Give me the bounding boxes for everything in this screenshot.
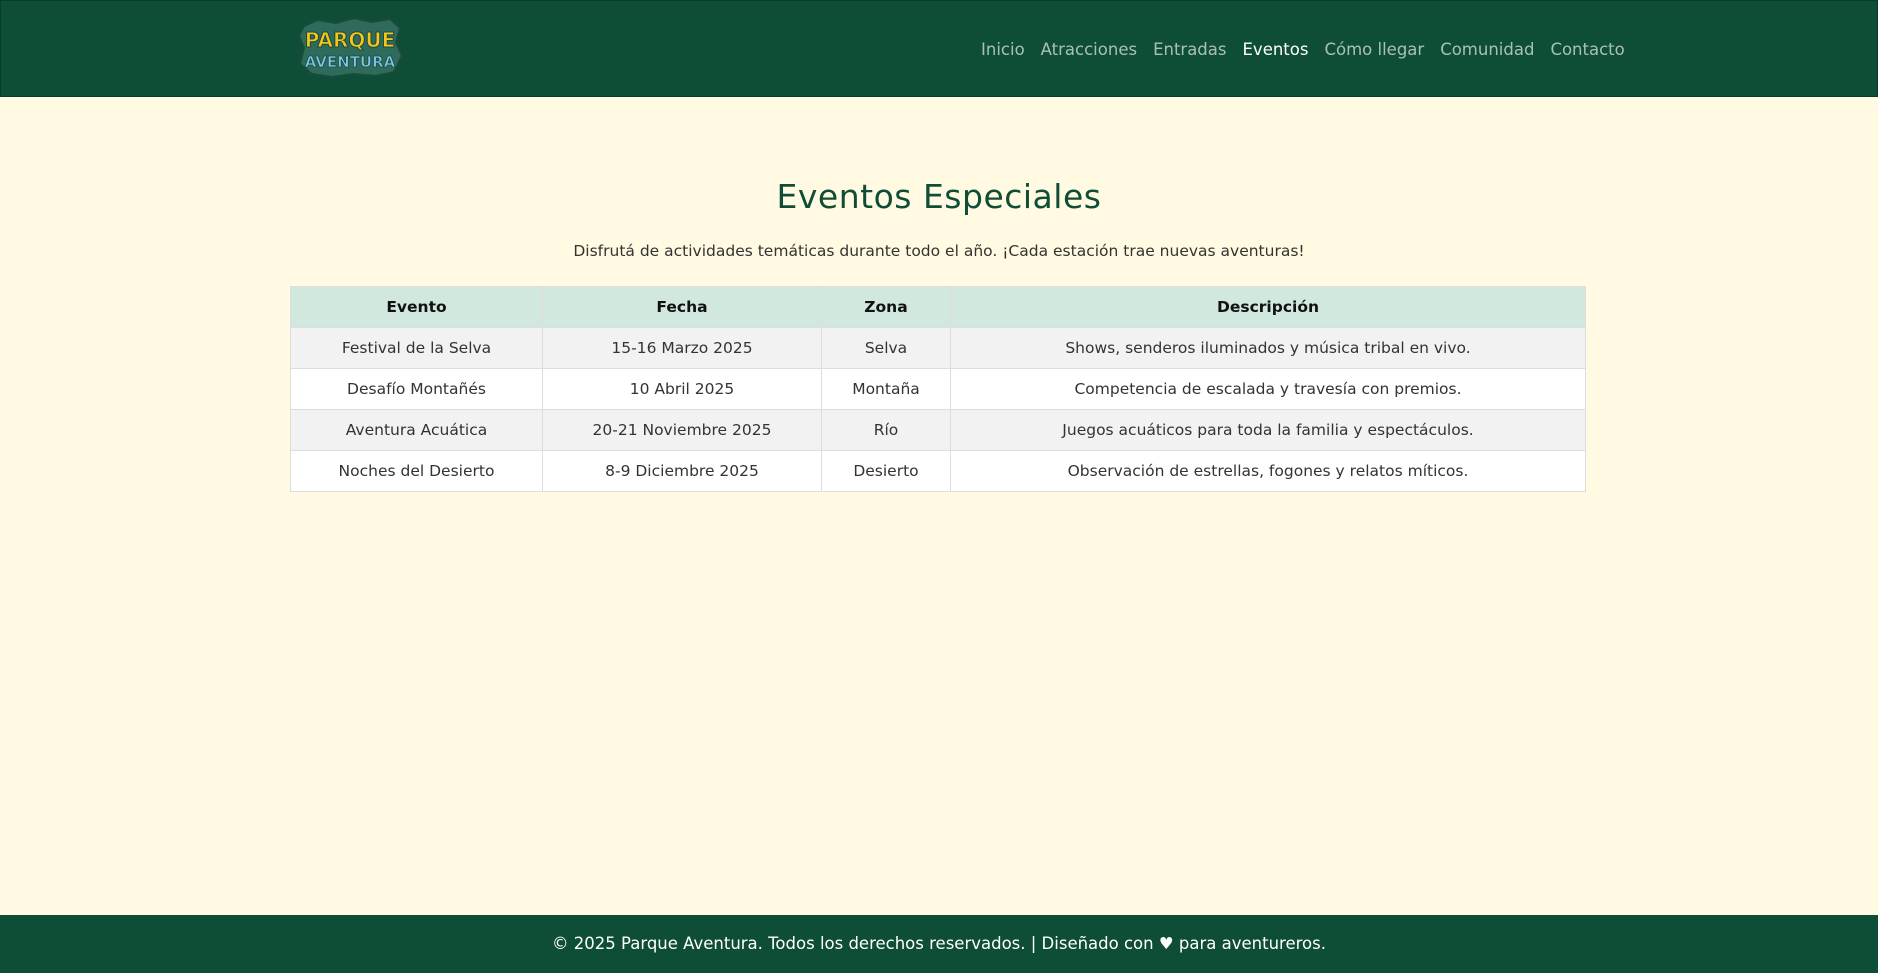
- table-row: Desafío Montañés 10 Abril 2025 Montaña C…: [290, 368, 1586, 410]
- nav-contacto[interactable]: Contacto: [1550, 40, 1624, 59]
- events-table: Evento Fecha Zona Descripción Festival d…: [290, 286, 1586, 492]
- event-name: Festival de la Selva: [290, 327, 543, 369]
- event-name: Desafío Montañés: [290, 368, 543, 410]
- page-intro: Disfrutá de actividades temáticas durant…: [573, 242, 1305, 260]
- event-date: 8-9 Diciembre 2025: [542, 450, 822, 492]
- event-zone: Desierto: [821, 450, 951, 492]
- event-name: Noches del Desierto: [290, 450, 543, 492]
- table-row: Festival de la Selva 15-16 Marzo 2025 Se…: [290, 327, 1586, 369]
- table-row: Noches del Desierto 8-9 Diciembre 2025 D…: [290, 450, 1586, 492]
- event-description: Shows, senderos iluminados y música trib…: [950, 327, 1586, 369]
- event-date: 10 Abril 2025: [542, 368, 822, 410]
- event-date: 15-16 Marzo 2025: [542, 327, 822, 369]
- column-header-fecha: Fecha: [542, 286, 822, 328]
- column-header-zona: Zona: [821, 286, 951, 328]
- logo-graphic: PARQUE AVENTURA: [297, 16, 404, 79]
- main-nav: Inicio Atracciones Entradas Eventos Cómo…: [981, 1, 1641, 98]
- event-zone: Río: [821, 409, 951, 451]
- column-header-evento: Evento: [290, 286, 543, 328]
- event-date: 20-21 Noviembre 2025: [542, 409, 822, 451]
- nav-eventos[interactable]: Eventos: [1243, 40, 1309, 59]
- logo-line2: AVENTURA: [305, 53, 396, 71]
- footer-text: © 2025 Parque Aventura. Todos los derech…: [552, 934, 1326, 953]
- event-zone: Montaña: [821, 368, 951, 410]
- nav-inicio[interactable]: Inicio: [981, 40, 1025, 59]
- nav-entradas[interactable]: Entradas: [1153, 40, 1226, 59]
- logo-line1: PARQUE: [305, 28, 396, 52]
- event-description: Competencia de escalada y travesía con p…: [950, 368, 1586, 410]
- event-name: Aventura Acuática: [290, 409, 543, 451]
- site-footer: © 2025 Parque Aventura. Todos los derech…: [0, 915, 1878, 973]
- page-title: Eventos Especiales: [776, 177, 1102, 216]
- site-header: PARQUE AVENTURA Inicio Atracciones Entra…: [0, 0, 1878, 97]
- nav-atracciones[interactable]: Atracciones: [1041, 40, 1137, 59]
- event-description: Observación de estrellas, fogones y rela…: [950, 450, 1586, 492]
- event-zone: Selva: [821, 327, 951, 369]
- event-description: Juegos acuáticos para toda la familia y …: [950, 409, 1586, 451]
- nav-como-llegar[interactable]: Cómo llegar: [1324, 40, 1424, 59]
- main-content: Eventos Especiales Disfrutá de actividad…: [0, 97, 1878, 915]
- nav-comunidad[interactable]: Comunidad: [1440, 40, 1534, 59]
- column-header-descripcion: Descripción: [950, 286, 1586, 328]
- table-header-row: Evento Fecha Zona Descripción: [290, 286, 1586, 328]
- park-logo[interactable]: PARQUE AVENTURA: [296, 16, 404, 79]
- table-row: Aventura Acuática 20-21 Noviembre 2025 R…: [290, 409, 1586, 451]
